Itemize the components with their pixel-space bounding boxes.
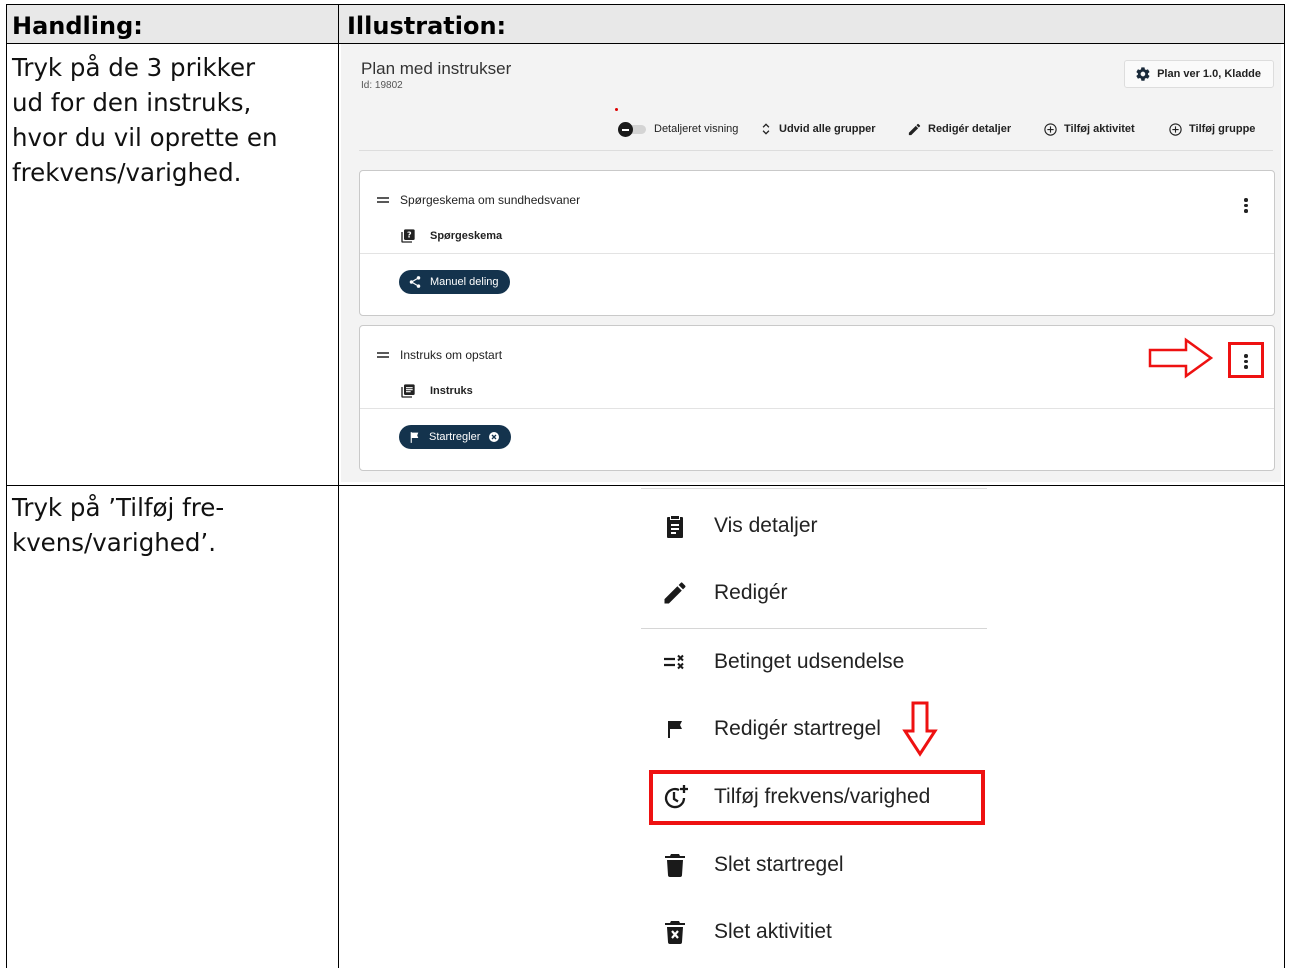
menu-separator [641,628,987,629]
menu-item-show-details[interactable]: Vis detaljer [641,498,987,554]
activity-card-questionnaire: Spørgeskema om sundhedsvaner ? Spørgeske… [359,170,1275,316]
more-options-icon[interactable] [1244,198,1248,215]
drag-handle-icon[interactable] [376,196,390,204]
step-2-line-2: kvens/varighed’. [12,528,216,557]
plus-circle-icon [1044,122,1057,136]
clipboard-icon [667,516,683,538]
flag-icon [668,721,682,738]
menu-item-conditional-dispatch[interactable]: Betinget udsendelse [641,634,987,690]
activity-card-instruction: Instruks om opstart Instruks Startregler [359,325,1275,471]
chip-label: Startregler [429,431,481,443]
card-title: Spørgeskema om sundhedsvaner [400,193,581,207]
remove-circle-icon[interactable] [488,431,500,443]
svg-text:?: ? [407,231,412,240]
arrow-down-icon [902,701,938,757]
plan-title: Plan med instrukser [361,59,512,78]
chip-label: Manuel deling [430,276,499,288]
expand-groups-button[interactable]: Udvid alle grupper [759,118,876,140]
menu-item-label: Betinget udsendelse [714,650,905,673]
activity-context-menu: Vis detaljer Redigér Betinget udsendelse… [641,488,987,968]
step-1-line-4: frekvens/varighed. [12,158,242,187]
step-1-line-1: Tryk på de 3 prikker [12,53,256,82]
add-group-label: Tilføj gruppe [1189,123,1256,135]
trash-x-icon [665,921,685,944]
menu-item-label: Slet startregel [714,853,844,876]
step-2-text: Tryk på ’Tilføj fre- kvens/varighed’. [12,490,224,560]
menu-item-edit[interactable]: Redigér [641,565,987,621]
card-separator [360,408,1274,409]
card-type-row: ? Spørgeskema [400,228,502,244]
menu-item-delete-activity[interactable]: Slet aktivitiet [641,904,987,960]
start-rules-chip[interactable]: Startregler [399,425,512,449]
step-1-line-2: ud for den instruks, [12,88,252,117]
plan-id: Id: 19802 [361,80,403,91]
trash-icon [665,854,685,877]
card-title-row: Spørgeskema om sundhedsvaner [376,193,580,207]
edit-details-label: Redigér detaljer [928,123,1012,135]
table-border-left [6,4,7,968]
add-group-button[interactable]: Tilføj gruppe [1168,118,1255,140]
step-1-text: Tryk på de 3 prikker ud for den instruks… [12,50,277,190]
conditional-list-icon [664,654,684,670]
pencil-icon [664,582,686,604]
questionnaire-icon: ? [401,229,415,243]
plus-circle-icon [1169,122,1182,136]
gear-icon [1136,67,1150,81]
card-title: Instruks om opstart [400,348,503,362]
toggle-switch[interactable] [618,122,648,137]
arrow-right-icon [1148,337,1214,379]
highlight-box [1228,342,1264,378]
table-border-row1 [6,485,1285,486]
table-border-right [1284,4,1285,968]
menu-item-label: Redigér startregel [714,717,881,740]
menu-item-label: Redigér [714,581,788,604]
manual-share-chip[interactable]: Manuel deling [399,270,510,294]
add-activity-button[interactable]: Tilføj aktivitet [1043,118,1135,140]
plan-toolbar: Detaljeret visning Udvid alle grupper Re… [341,118,1269,140]
menu-item-label: Vis detaljer [714,514,818,537]
drag-handle-icon[interactable] [376,351,390,359]
card-title-row: Instruks om opstart [376,348,502,362]
plan-version-button[interactable]: Plan ver 1.0, Kladde [1124,60,1274,88]
header-handling: Handling: [12,12,143,40]
unfold-icon [762,123,770,135]
edit-details-button[interactable]: Redigér detaljer [907,118,1011,140]
highlight-box [649,770,985,825]
plan-screenshot: Plan med instrukser Id: 19802 Plan ver 1… [341,44,1281,482]
card-type: Instruks [430,385,473,397]
add-activity-label: Tilføj aktivitet [1064,123,1135,135]
expand-groups-label: Udvid alle grupper [779,123,876,135]
header-illustration: Illustration: [347,12,507,40]
menu-item-delete-start-rule[interactable]: Slet startregel [641,837,987,893]
app-divider [359,150,1273,151]
detailed-view-toggle[interactable]: Detaljeret visning [618,118,738,140]
menu-item-label: Slet aktivitiet [714,920,832,943]
card-separator [360,253,1274,254]
table-border-middle [338,4,339,968]
flag-icon [410,431,419,443]
menu-top-border [641,488,987,489]
red-dot-marker [615,108,618,111]
step-2-line-1: Tryk på ’Tilføj fre- [12,493,225,522]
card-type-row: Instruks [400,383,473,399]
detailed-view-label: Detaljeret visning [654,123,739,135]
step-1-line-3: hvor du vil oprette en [12,123,278,152]
card-type: Spørgeskema [430,230,503,242]
plan-version-label: Plan ver 1.0, Kladde [1157,68,1261,80]
share-icon [409,276,421,288]
instruction-icon [401,384,415,398]
table-border-top [6,4,1285,5]
pencil-icon [908,123,921,135]
table-header-row: Handling: Illustration: [6,4,1285,43]
